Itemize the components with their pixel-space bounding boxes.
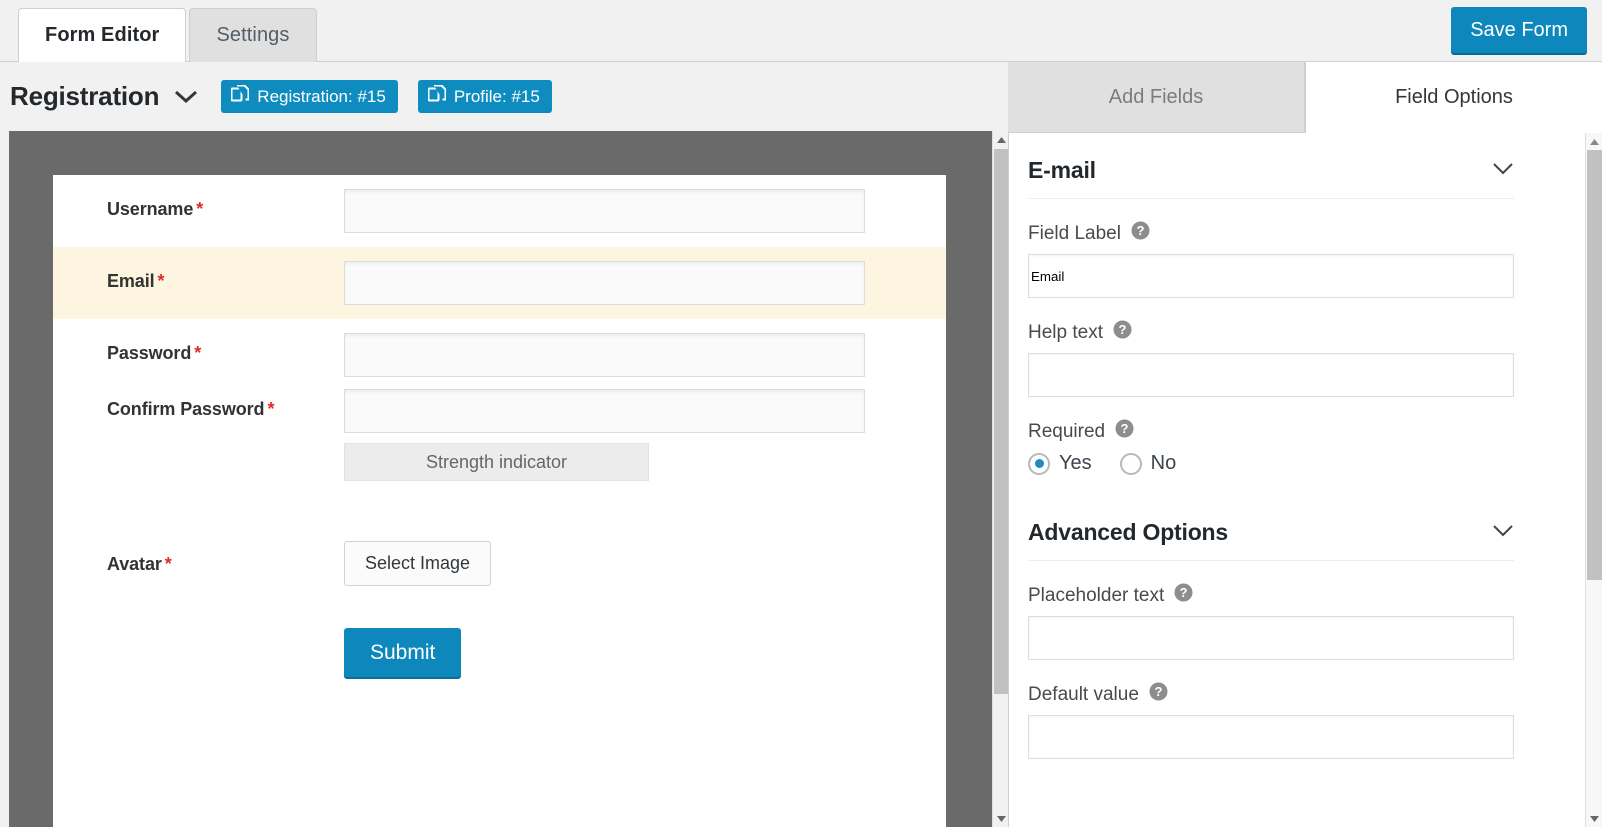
tab-add-fields[interactable]: Add Fields <box>1008 62 1305 133</box>
preview-strength-indicator-row: Strength indicator <box>53 439 946 495</box>
required-radio-no-label: No <box>1150 452 1177 474</box>
top-bar: Form Editor Settings Save Form <box>0 0 1602 62</box>
help-icon[interactable]: ? <box>1131 221 1150 246</box>
svg-text:?: ? <box>1180 585 1188 600</box>
required-radio-yes-label: Yes <box>1059 452 1092 474</box>
required-label: Required ? <box>1028 419 1514 444</box>
section-header-email[interactable]: E-mail <box>1028 133 1514 199</box>
tab-form-editor[interactable]: Form Editor <box>18 8 187 62</box>
shortcode-registration-label: Registration: #15 <box>257 86 386 106</box>
chevron-down-icon[interactable] <box>1492 162 1514 180</box>
help-icon[interactable]: ? <box>1113 320 1132 345</box>
tab-field-options[interactable]: Field Options <box>1305 62 1602 133</box>
required-radio-yes[interactable]: Yes <box>1028 452 1092 475</box>
select-image-label: Select Image <box>365 553 471 573</box>
shortcode-profile-label: Profile: #15 <box>453 86 540 106</box>
preview-field-email-label: Email * <box>107 271 165 291</box>
required-asterisk: * <box>267 399 275 419</box>
section-header-advanced-options[interactable]: Advanced Options <box>1028 495 1514 561</box>
save-form-button[interactable]: Save Form <box>1451 7 1587 53</box>
submit-button[interactable]: Submit <box>344 628 462 677</box>
preview-field-username-label: Username * <box>107 199 204 219</box>
field-options-content: E-mail Field Label ? Help tex <box>1009 133 1533 759</box>
section-title-advanced-options: Advanced Options <box>1028 519 1228 545</box>
tab-strip: Form Editor Settings <box>18 8 320 62</box>
page-title: Registration <box>10 81 160 111</box>
help-icon[interactable]: ? <box>1174 583 1193 608</box>
preview-email-input[interactable] <box>344 261 865 305</box>
tab-field-options-label: Field Options <box>1395 86 1513 108</box>
svg-text:?: ? <box>1121 421 1129 436</box>
placeholder-text-label: Placeholder text ? <box>1028 583 1514 608</box>
panel-tab-strip: Add Fields Field Options <box>1008 62 1602 133</box>
field-label-label: Field Label ? <box>1028 221 1514 246</box>
required-radio-group: Yes No <box>1028 452 1514 475</box>
preview-submit-spacer <box>107 628 344 638</box>
strength-indicator-label: Strength indicator <box>425 451 568 472</box>
field-options-scrollbar-thumb[interactable] <box>1587 150 1602 580</box>
svg-text:?: ? <box>1119 322 1127 337</box>
placeholder-text-input[interactable] <box>1028 616 1514 660</box>
field-label-input[interactable] <box>1028 254 1514 298</box>
tab-settings-label: Settings <box>216 24 290 46</box>
preview-field-username[interactable]: Username * <box>53 175 946 247</box>
required-asterisk: * <box>164 554 172 574</box>
tab-form-editor-label: Form Editor <box>45 24 160 46</box>
preview-scrollbar-thumb[interactable] <box>994 149 1009 694</box>
copy-icon <box>230 84 250 109</box>
shortcode-profile-button[interactable]: Profile: #15 <box>417 80 552 113</box>
required-asterisk: * <box>157 271 165 291</box>
submit-button-label: Submit <box>370 640 436 664</box>
chevron-down-icon[interactable] <box>173 89 199 105</box>
scroll-down-arrow-icon[interactable] <box>1586 810 1602 827</box>
field-options-body: E-mail Field Label ? Help tex <box>1008 133 1602 827</box>
preview-field-confirm-password-label: Confirm Password * <box>107 399 275 419</box>
preview-field-email[interactable]: Email * <box>53 247 946 319</box>
help-icon[interactable]: ? <box>1149 682 1168 707</box>
required-asterisk: * <box>196 199 204 219</box>
preview-field-password[interactable]: Password * <box>53 319 946 381</box>
form-preview-pane: Username * Email * Password * Confirm Pa… <box>9 131 992 827</box>
form-preview-card: Username * Email * Password * Confirm Pa… <box>53 175 946 827</box>
chevron-down-icon[interactable] <box>1492 524 1514 542</box>
default-value-label: Default value ? <box>1028 682 1514 707</box>
preview-scrollbar[interactable] <box>992 131 1009 827</box>
radio-yes-indicator[interactable] <box>1028 452 1050 475</box>
tab-settings[interactable]: Settings <box>189 8 317 62</box>
section-title-email: E-mail <box>1028 157 1096 183</box>
strength-indicator: Strength indicator <box>344 443 649 481</box>
shortcode-registration-button[interactable]: Registration: #15 <box>221 80 398 113</box>
help-text-label: Help text ? <box>1028 320 1514 345</box>
radio-no-indicator[interactable] <box>1119 452 1142 475</box>
tab-add-fields-label: Add Fields <box>1108 85 1204 108</box>
preview-submit-row: Submit <box>53 600 946 691</box>
svg-text:?: ? <box>1154 684 1162 699</box>
preview-field-confirm-password[interactable]: Confirm Password * <box>53 381 946 439</box>
select-image-button[interactable]: Select Image <box>344 541 492 586</box>
form-toolbar: Registration Registration: #15 Profile: … <box>0 62 1008 131</box>
preview-field-avatar-label: Avatar * <box>107 554 172 574</box>
required-asterisk: * <box>194 343 202 363</box>
field-options-scrollbar[interactable] <box>1585 133 1602 827</box>
scroll-up-arrow-icon[interactable] <box>1586 133 1602 150</box>
help-icon[interactable]: ? <box>1115 419 1134 444</box>
preview-username-input[interactable] <box>344 189 865 233</box>
svg-text:?: ? <box>1136 223 1144 238</box>
preview-strength-spacer <box>107 443 344 453</box>
preview-field-avatar[interactable]: Avatar * Select Image <box>53 495 946 600</box>
help-text-input[interactable] <box>1028 353 1514 397</box>
save-form-label: Save Form <box>1470 18 1568 41</box>
preview-confirm-password-input[interactable] <box>344 389 865 433</box>
default-value-input[interactable] <box>1028 715 1514 759</box>
preview-password-input[interactable] <box>344 333 865 377</box>
field-options-panel: Add Fields Field Options E-mail Field La… <box>1008 62 1602 827</box>
preview-field-password-label: Password * <box>107 343 202 363</box>
required-radio-no[interactable]: No <box>1119 452 1177 475</box>
copy-icon <box>427 84 447 109</box>
